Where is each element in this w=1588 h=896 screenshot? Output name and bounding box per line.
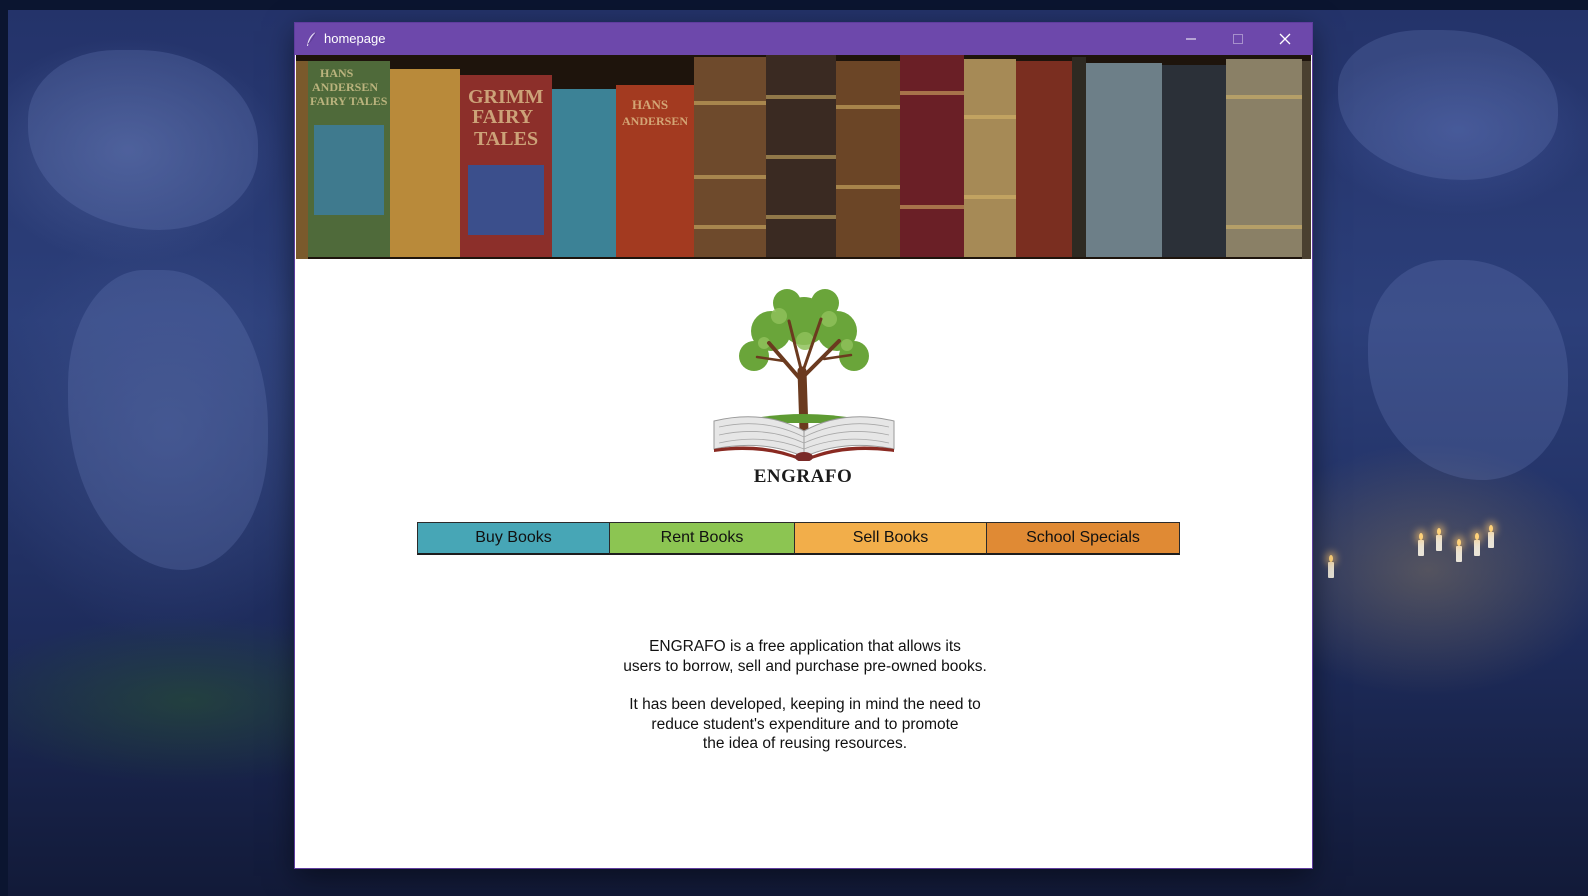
sell-books-button[interactable]: Sell Books bbox=[795, 522, 987, 555]
close-button[interactable] bbox=[1262, 23, 1308, 55]
window-title: homepage bbox=[324, 31, 386, 46]
svg-text:FAIRY TALES: FAIRY TALES bbox=[310, 94, 388, 108]
description-line: the idea of reusing resources. bbox=[702, 735, 908, 752]
close-icon bbox=[1279, 33, 1291, 45]
svg-text:TALES: TALES bbox=[474, 128, 538, 150]
tree-book-logo bbox=[713, 289, 895, 461]
rent-books-button[interactable]: Rent Books bbox=[610, 522, 795, 555]
svg-text:GRIMM: GRIMM bbox=[468, 86, 544, 108]
maximize-icon bbox=[1233, 34, 1243, 44]
maximize-button[interactable] bbox=[1215, 23, 1261, 55]
buy-books-label: Buy Books bbox=[475, 529, 552, 546]
school-specials-label: School Specials bbox=[1026, 529, 1140, 546]
description-line: reduce student's expenditure and to prom… bbox=[651, 715, 959, 733]
app-description: ENGRAFO is a free application that allow… bbox=[555, 637, 1055, 754]
minimize-button[interactable] bbox=[1168, 23, 1214, 55]
svg-text:HANS: HANS bbox=[320, 66, 354, 80]
rent-books-label: Rent Books bbox=[660, 529, 744, 546]
sell-books-label: Sell Books bbox=[852, 529, 929, 546]
title-bar[interactable]: homepage bbox=[295, 23, 1312, 55]
svg-text:HANS: HANS bbox=[632, 97, 668, 112]
minimize-icon bbox=[1186, 38, 1196, 40]
description-line: users to borrow, sell and purchase pre-o… bbox=[623, 657, 987, 675]
description-line: ENGRAFO is a free application that allow… bbox=[649, 638, 961, 655]
school-specials-button[interactable]: School Specials bbox=[987, 522, 1180, 555]
action-buttons: Buy Books Rent Books Sell Books School S… bbox=[417, 522, 1180, 555]
svg-text:FAIRY: FAIRY bbox=[472, 106, 534, 128]
app-window: homepage HANS ANDERSEN FAIRY TALES GRIMM… bbox=[295, 23, 1312, 868]
svg-text:ANDERSEN: ANDERSEN bbox=[622, 114, 688, 128]
brand-name: ENGRAFO bbox=[753, 466, 853, 487]
books-banner: HANS ANDERSEN FAIRY TALES GRIMM FAIRY TA… bbox=[296, 55, 1311, 259]
buy-books-button[interactable]: Buy Books bbox=[417, 522, 610, 555]
svg-text:ANDERSEN: ANDERSEN bbox=[312, 80, 378, 94]
antique-books-image: HANS ANDERSEN FAIRY TALES GRIMM FAIRY TA… bbox=[296, 55, 1311, 259]
description-line: It has been developed, keeping in mind t… bbox=[629, 696, 981, 713]
feather-icon bbox=[307, 31, 317, 46]
